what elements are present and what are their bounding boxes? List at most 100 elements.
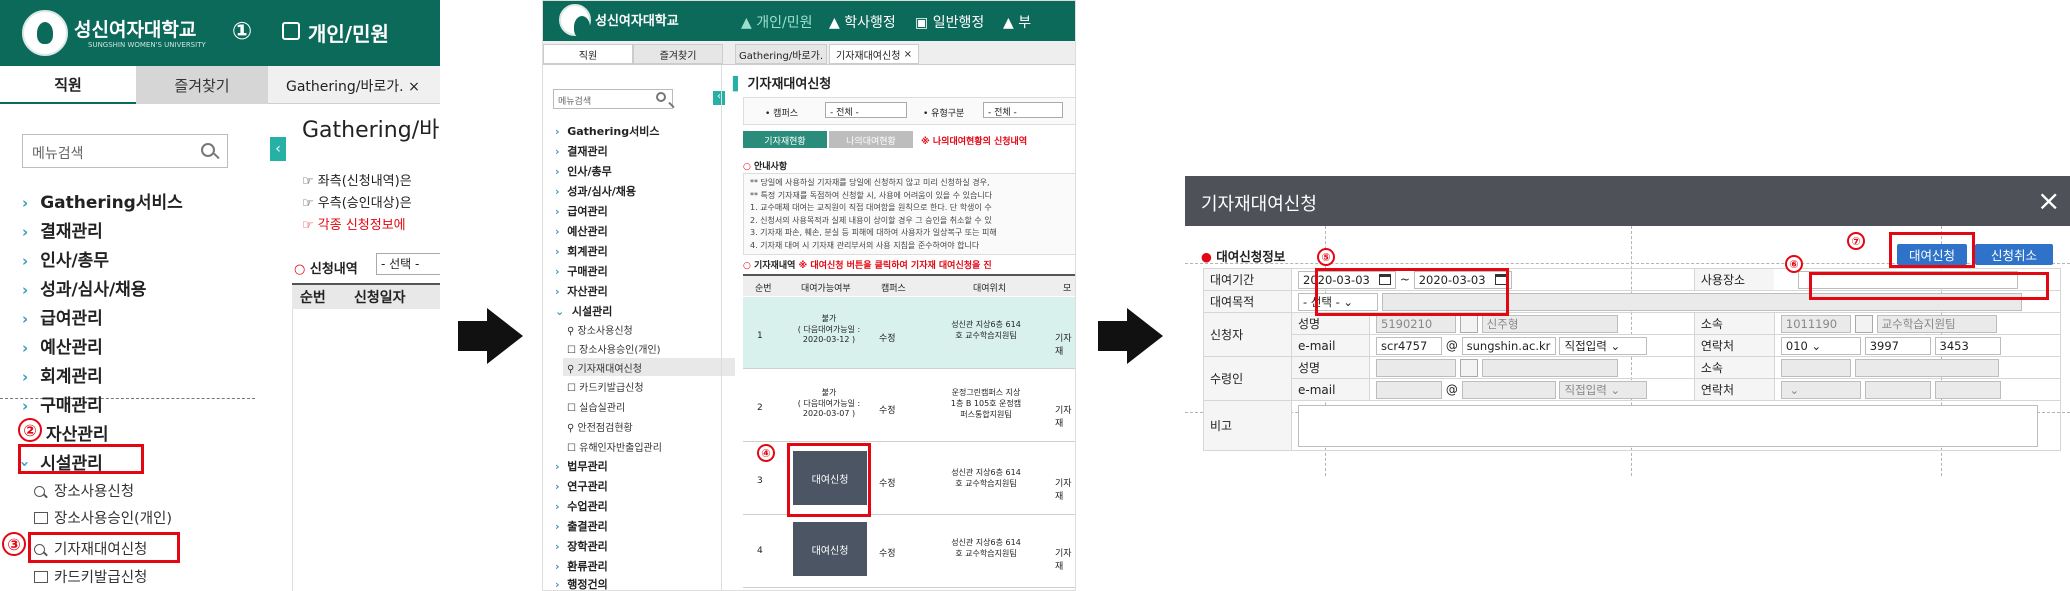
menu-item-performance[interactable]: › 성과/심사/채용: [22, 275, 146, 300]
receiver-dept-name-input[interactable]: [1854, 358, 1999, 377]
search-icon[interactable]: [656, 92, 666, 102]
person-icon: [282, 22, 300, 40]
campus-select[interactable]: - 전체 -: [825, 102, 907, 118]
search-icon[interactable]: [1459, 358, 1478, 377]
note-textarea[interactable]: [1298, 404, 2038, 447]
type-select[interactable]: - 전체 -: [983, 102, 1063, 118]
dialog-titlebar: 기자재대여신청 ×: [1185, 176, 2070, 226]
receiver-email-domain-select[interactable]: 직접입력 ⌄: [1559, 380, 1648, 399]
menu-item-accounting[interactable]: › 회계관리: [555, 243, 608, 259]
menu-item-asset[interactable]: › 자산관리: [555, 283, 608, 299]
email-domain-select[interactable]: 직접입력 ⌄: [1559, 336, 1648, 355]
receiver-email-id-input[interactable]: [1376, 380, 1442, 399]
menu-item-payroll[interactable]: › 급여관리: [555, 203, 608, 219]
close-icon[interactable]: ×: [904, 49, 912, 60]
tab-equipment[interactable]: 기자재대여신청 ×: [829, 44, 919, 64]
university-sub: SUNGSHIN WOMEN'S UNIVERSITY: [88, 41, 206, 49]
highlight-rent-button: [787, 443, 871, 517]
close-icon[interactable]: ×: [408, 79, 420, 95]
submenu-equipment-rental[interactable]: ⚲ 기자재대여신청: [563, 358, 735, 376]
applicant-id-input[interactable]: 5190210: [1376, 314, 1456, 333]
cancel-button[interactable]: 신청취소: [1975, 244, 2053, 265]
menu-item-payroll[interactable]: › 급여관리: [22, 304, 103, 329]
tab-favorites[interactable]: 즐겨찾기: [633, 44, 723, 64]
tab-staff[interactable]: 직원: [543, 44, 633, 64]
menu-item-hr[interactable]: › 인사/총무: [555, 163, 612, 179]
label-purpose: 대여목적: [1203, 290, 1292, 313]
submenu-lab[interactable]: ☐ 실습실관리: [567, 399, 625, 414]
receiver-dept-code-input[interactable]: [1780, 358, 1851, 377]
submenu-place-approval[interactable]: ☐ 장소사용승인(개인): [567, 341, 661, 356]
submenu-safety[interactable]: ⚲ 안전점검현황: [567, 419, 633, 434]
rent-request-button[interactable]: 대여신청: [793, 522, 867, 576]
menu-item-approval[interactable]: › 결재관리: [22, 217, 103, 242]
menu-item-research[interactable]: › 연구관리: [555, 478, 608, 494]
menu-item-asset[interactable]: 자산관리: [46, 420, 109, 445]
menu-item-gathering[interactable]: › Gathering서비스: [22, 188, 183, 213]
nav-more[interactable]: ▲ 부: [1003, 12, 1031, 32]
applicant-name-input[interactable]: 신주형: [1481, 314, 1618, 333]
collapse-toggle[interactable]: ‹: [270, 137, 286, 161]
menu-item-scholarship[interactable]: › 장학관리: [555, 538, 608, 554]
menu-item-budget[interactable]: › 예산관리: [22, 333, 103, 358]
university-name: 성신여자대학교: [74, 19, 197, 41]
submenu-place-request[interactable]: 장소사용신청: [34, 480, 134, 501]
search-icon[interactable]: [1854, 314, 1873, 333]
subtab-my-rentals[interactable]: 나의대여현황: [829, 131, 913, 148]
collapse-toggle[interactable]: ‹: [713, 91, 725, 105]
nav-personal[interactable]: 개인/민원: [308, 18, 389, 47]
menu-item-feedback[interactable]: › 환류관리: [555, 558, 608, 574]
menu-item-accounting[interactable]: › 회계관리: [22, 362, 103, 387]
close-icon[interactable]: ×: [2037, 184, 2060, 217]
menu-item-purchase[interactable]: › 구매관리: [555, 263, 608, 279]
nav-personal[interactable]: ▲ 개인/민원: [741, 12, 812, 32]
submenu-cardkey[interactable]: ☐ 카드키발급신청: [567, 379, 644, 394]
submenu-place-approval[interactable]: 장소사용승인(개인): [34, 507, 172, 528]
menu-item-purchase[interactable]: › 구매관리: [22, 391, 103, 416]
label-note: 비고: [1203, 400, 1292, 451]
submenu-place-request[interactable]: ⚲ 장소사용신청: [567, 322, 633, 337]
phone-mid-input[interactable]: 3997: [1864, 336, 1931, 355]
receiver-phone-last-input[interactable]: [1934, 380, 2001, 399]
tab-gathering[interactable]: Gathering/바로가.: [735, 44, 827, 64]
search-icon[interactable]: [201, 143, 215, 157]
guide-box: ** 당일에 사용하실 기자재를 당일에 신청하지 않고 미리 신청하실 경우,…: [743, 173, 1075, 255]
menu-item-legal[interactable]: › 법무관리: [555, 458, 608, 474]
email-id-input[interactable]: scr4757: [1376, 336, 1442, 355]
menu-item-performance[interactable]: › 성과/심사/채용: [555, 183, 636, 199]
menu-item-attendance[interactable]: › 출결관리: [555, 518, 608, 534]
tab-favorites[interactable]: 즐겨찾기: [136, 66, 268, 104]
menu-item-approval[interactable]: › 결재관리: [555, 143, 608, 159]
menu-item-class[interactable]: › 수업관리: [555, 498, 608, 514]
receiver-phone-prefix-select[interactable]: ⌄: [1780, 380, 1861, 399]
tab-staff[interactable]: 직원: [0, 66, 136, 104]
menu-item-gathering[interactable]: › Gathering서비스: [555, 123, 659, 139]
subtab-equipment-status[interactable]: 기자재현황: [743, 131, 827, 148]
menu-item-suggestion[interactable]: › 행정건의: [555, 576, 608, 590]
apply-select[interactable]: - 선택 -: [376, 253, 440, 275]
search-icon[interactable]: [1459, 314, 1478, 333]
menu-item-facility[interactable]: ⌄ 시설관리: [555, 303, 612, 319]
step-2-marker: ②: [18, 418, 42, 442]
menu-search-input[interactable]: 메뉴검색: [22, 134, 228, 168]
dept-name-input[interactable]: 교수학습지원팀: [1876, 314, 1997, 333]
phone-last-input[interactable]: 3453: [1934, 336, 2001, 355]
receiver-phone-mid-input[interactable]: [1864, 380, 1931, 399]
menu-item-hr[interactable]: › 인사/총무: [22, 246, 109, 271]
submenu-cardkey[interactable]: 카드키발급신청: [34, 566, 147, 587]
label-place: 사용장소: [1693, 268, 1775, 291]
receiver-name-input[interactable]: [1481, 358, 1618, 377]
tab-gathering[interactable]: Gathering/바로가. ×: [286, 76, 420, 96]
nav-general[interactable]: ▣ 일반행정: [915, 12, 984, 32]
step-panel-2: 성신여자대학교 ▲ 개인/민원 ▲ 학사행정 ▣ 일반행정 ▲ 부 직원 즐겨찾…: [542, 0, 1076, 591]
search-icon: [34, 486, 45, 497]
menu-item-budget[interactable]: › 예산관리: [555, 223, 608, 239]
submenu-hazard[interactable]: ☐ 유해인자반출입관리: [567, 439, 662, 454]
email-domain-input[interactable]: sungshin.ac.kr: [1461, 336, 1556, 355]
menu-search-input[interactable]: 메뉴검색: [553, 89, 673, 109]
dept-code-input[interactable]: 1011190: [1780, 314, 1851, 333]
receiver-id-input[interactable]: [1376, 358, 1456, 377]
receiver-email-domain-input[interactable]: [1461, 380, 1556, 399]
phone-prefix-select[interactable]: 010 ⌄: [1780, 336, 1861, 355]
nav-academic[interactable]: ▲ 학사행정: [829, 12, 896, 32]
